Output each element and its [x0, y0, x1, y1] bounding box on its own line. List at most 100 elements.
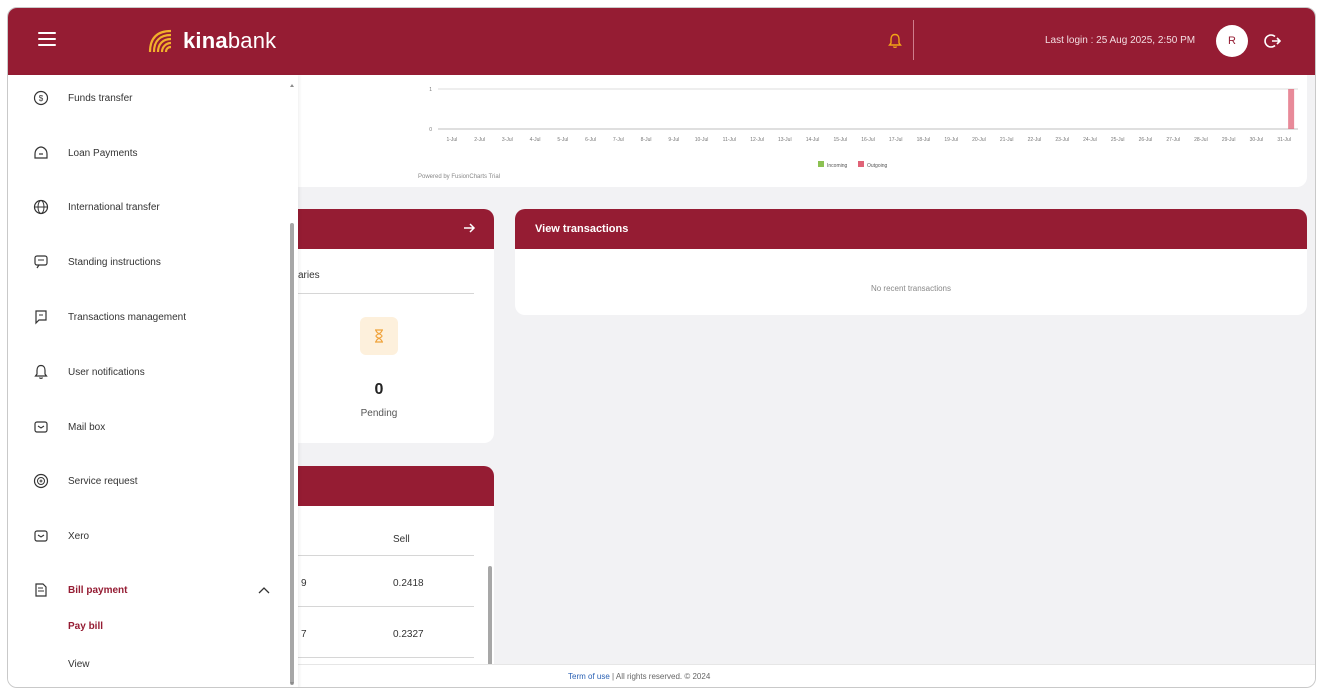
chart-x-tick-label: 28-Jul: [1194, 137, 1208, 143]
transactions-management-icon: [32, 308, 50, 326]
app-window: kinabank Last login : 25 Aug 2025, 2:50 …: [7, 7, 1316, 688]
chevron-up-icon[interactable]: [258, 586, 270, 594]
sidebar-item-label: Funds transfer: [68, 92, 133, 104]
chart-x-tick-label: 2-Jul: [474, 137, 485, 143]
funds-transfer-icon: $: [32, 89, 50, 107]
chart-x-tick-label: 5-Jul: [557, 137, 568, 143]
view-transactions-title[interactable]: View transactions: [515, 209, 1307, 249]
chart-x-tick-label: 19-Jul: [944, 137, 958, 143]
bell-icon: [32, 363, 50, 381]
sidebar-subitem-pay-bill[interactable]: Pay bill: [68, 621, 103, 632]
brand-name: kinabank: [183, 28, 277, 53]
header-divider: [913, 20, 914, 60]
transactions-chart: 0 1 1-Jul 2-Jul 3-Jul 4-Jul 5-Jul 6-Jul 7-Jul 8-J…: [429, 87, 1298, 169]
menu-icon[interactable]: [38, 32, 56, 46]
terms-of-use-link[interactable]: Term of use: [568, 672, 610, 681]
notification-bell-icon[interactable]: [888, 33, 902, 49]
sidebar-item-label: Mail box: [68, 421, 106, 433]
rates-divider: [298, 657, 474, 658]
sidebar-item-bill-payment[interactable]: Bill payment: [8, 575, 288, 605]
chart-x-tick-label: 25-Jul: [1111, 137, 1125, 143]
rate-sell-value: 0.2418: [393, 578, 424, 589]
standing-instructions-icon: [32, 253, 50, 271]
sidebar-item-label: Transactions management: [68, 311, 187, 323]
chart-x-tick-label: 30-Jul: [1250, 137, 1264, 143]
rates-scrollbar[interactable]: [488, 566, 492, 666]
chart-x-tick-label: 20-Jul: [972, 137, 986, 143]
sidebar-item-mail-box[interactable]: Mail box: [8, 412, 288, 442]
chart-x-tick-label: 8-Jul: [641, 137, 652, 143]
chart-x-tick-label: 14-Jul: [806, 137, 820, 143]
chart-x-tick-label: 21-Jul: [1000, 137, 1014, 143]
sidebar-item-label: User notifications: [68, 366, 145, 378]
scroll-up-arrow-icon[interactable]: [290, 84, 294, 87]
chart-x-tick-label: 4-Jul: [530, 137, 541, 143]
chart-x-tick-label: 17-Jul: [889, 137, 903, 143]
chart-x-tick-label: 10-Jul: [695, 137, 709, 143]
sidebar-item-standing-instructions[interactable]: Standing instructions: [8, 247, 288, 277]
copyright-text: | All rights reserved. © 2024: [612, 672, 711, 681]
chart-legend-swatch: [818, 161, 824, 167]
summary-card-header: [298, 209, 494, 249]
exchange-rates-card: Sell 9 0.2418 7 0.2327: [298, 466, 494, 687]
sidebar-item-loan-payments[interactable]: Loan Payments: [8, 138, 288, 168]
exchange-rates-header: [298, 466, 494, 506]
bill-payment-icon: [32, 581, 50, 599]
chart-x-tick-label: 1-Jul: [446, 137, 457, 143]
kinabank-logo-icon: [148, 29, 172, 53]
sidebar-item-label: Service request: [68, 475, 138, 487]
rate-buy-value: 7: [301, 629, 307, 640]
chart-x-tick-label: 9-Jul: [668, 137, 679, 143]
chart-x-tick-label: 12-Jul: [750, 137, 764, 143]
chart-x-tick-label: 7-Jul: [613, 137, 624, 143]
chart-x-tick-label: 26-Jul: [1139, 137, 1153, 143]
loan-payments-icon: [32, 144, 50, 162]
sidebar-item-label: Standing instructions: [68, 256, 161, 268]
rate-buy-value: 9: [301, 578, 307, 589]
chart-x-tick-label: 29-Jul: [1222, 137, 1236, 143]
globe-icon: [32, 198, 50, 216]
rate-sell-value: 0.2327: [393, 629, 424, 640]
sidebar-item-label: Bill payment: [68, 584, 128, 596]
summary-card: aries 0 Pending: [298, 209, 494, 443]
logout-icon[interactable]: [1263, 32, 1281, 50]
sidebar-item-user-notifications[interactable]: User notifications: [8, 357, 288, 387]
sidebar-item-international-transfer[interactable]: International transfer: [8, 192, 288, 222]
sidebar-item-xero[interactable]: Xero: [8, 521, 288, 551]
sidebar-item-transactions-management[interactable]: Transactions management: [8, 302, 288, 332]
chart-bar-outgoing: [1288, 89, 1295, 129]
footer-text: Term of use | All rights reserved. © 202…: [568, 672, 710, 681]
scroll-down-arrow-icon[interactable]: [290, 682, 294, 685]
view-transactions-card: View transactions No recent transactions: [515, 209, 1307, 315]
avatar[interactable]: R: [1216, 25, 1248, 57]
summary-tab[interactable]: aries: [298, 270, 320, 281]
sidebar-item-funds-transfer[interactable]: $ Funds transfer: [8, 83, 288, 113]
sidebar-item-service-request[interactable]: Service request: [8, 466, 288, 496]
xero-icon: [32, 527, 50, 545]
top-bar: kinabank Last login : 25 Aug 2025, 2:50 …: [8, 8, 1315, 75]
last-login-text: Last login : 25 Aug 2025, 2:50 PM: [1045, 35, 1196, 46]
rates-divider: [298, 606, 474, 607]
chart-y-tick-label: 1: [429, 87, 432, 93]
sidebar-scrollbar[interactable]: [290, 223, 294, 685]
chart-legend-swatch: [858, 161, 864, 167]
mailbox-icon: [32, 418, 50, 436]
chart-y-tick-label: 0: [429, 127, 432, 133]
service-request-icon: [32, 472, 50, 490]
svg-text:$: $: [39, 94, 44, 103]
chart-x-tick-label: 15-Jul: [833, 137, 847, 143]
chart-x-tick-label: 31-Jul: [1277, 137, 1291, 143]
arrow-right-icon[interactable]: [462, 221, 476, 235]
pending-count: 0: [374, 381, 384, 398]
pending-badge: [360, 317, 398, 355]
chart-legend-label: Incoming: [827, 163, 848, 169]
sidebar-item-label: Loan Payments: [68, 147, 138, 159]
chart-x-tick-label: 18-Jul: [917, 137, 931, 143]
sidebar-subitem-view[interactable]: View: [68, 659, 90, 670]
chart-x-tick-label: 3-Jul: [502, 137, 513, 143]
pending-label: Pending: [360, 408, 398, 419]
chart-x-tick-label: 23-Jul: [1055, 137, 1069, 143]
brand-logo[interactable]: kinabank: [147, 26, 276, 56]
chart-legend-label: Outgoing: [867, 163, 888, 169]
chart-x-tick-label: 6-Jul: [585, 137, 596, 143]
